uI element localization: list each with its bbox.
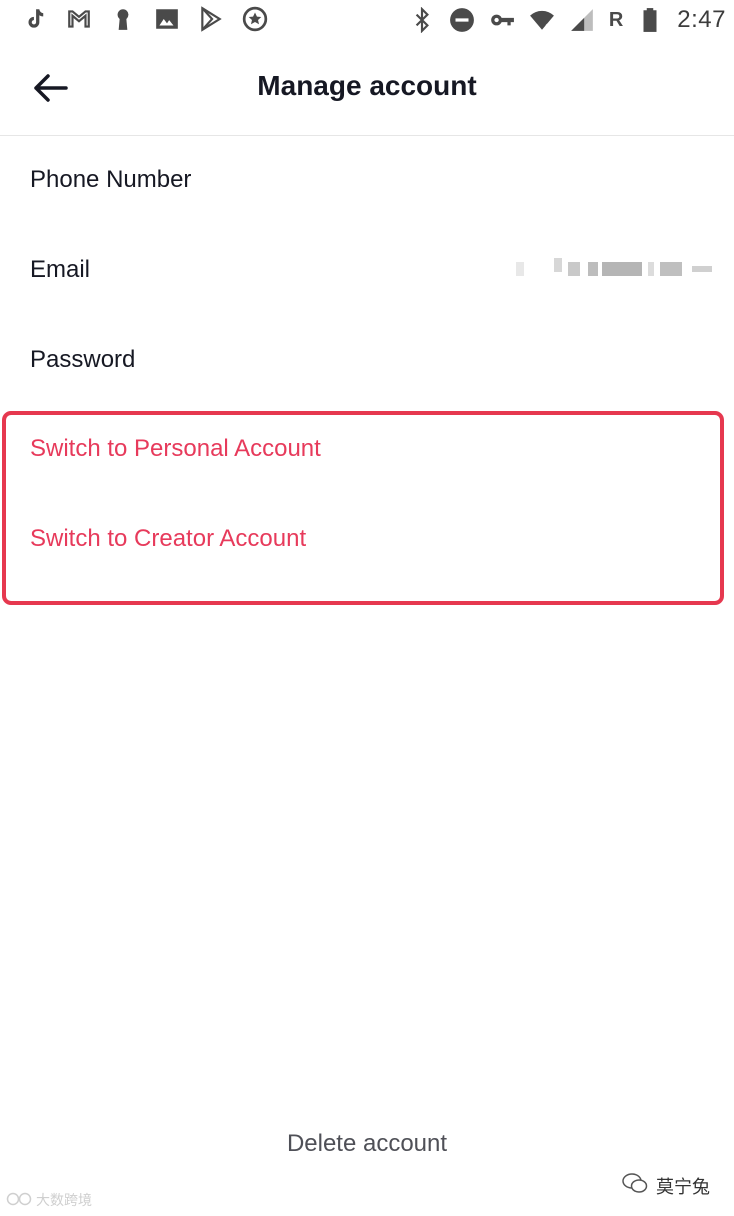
tiktok-icon [22, 6, 48, 32]
do-not-disturb-icon [449, 7, 475, 33]
bluetooth-icon [409, 7, 435, 33]
password-label: Password [30, 346, 136, 373]
wechat-icon [622, 1172, 648, 1199]
phone-number-label: Phone Number [30, 166, 192, 193]
email-value-redacted [516, 258, 712, 278]
delete-account-button[interactable]: Delete account [0, 1130, 734, 1158]
switch-personal-account-row[interactable]: Switch to Personal Account [0, 404, 734, 494]
watermark-left: 大数跨境 [6, 1190, 92, 1210]
password-row[interactable]: Password [0, 315, 734, 405]
play-store-icon [198, 6, 224, 32]
photo-icon [154, 6, 180, 32]
status-time: 2:47 [677, 6, 726, 33]
switch-personal-account-label: Switch to Personal Account [30, 435, 321, 462]
signal-icon [569, 7, 595, 33]
email-row[interactable]: Email [0, 225, 734, 315]
switch-creator-account-label: Switch to Creator Account [30, 525, 307, 552]
email-label: Email [30, 256, 91, 283]
watermark-logo-icon [6, 1192, 32, 1209]
phone-number-row[interactable]: Phone Number [0, 135, 734, 225]
gmail-icon [66, 6, 92, 32]
status-bar: R 2:47 [0, 0, 734, 40]
battery-icon [637, 7, 663, 33]
badge-icon [242, 6, 268, 32]
page-title: Manage account [257, 70, 477, 101]
keyhole-icon [110, 6, 136, 32]
wifi-icon [529, 7, 555, 33]
switch-creator-account-row[interactable]: Switch to Creator Account [0, 494, 734, 584]
vpn-key-icon [489, 7, 515, 33]
roaming-indicator: R [608, 8, 624, 31]
header: Manage account [0, 40, 734, 136]
watermark-left-text: 大数跨境 [36, 1192, 92, 1208]
watermark-right-text: 莫宁兔 [656, 1176, 710, 1197]
watermark-right: 莫宁兔 [622, 1172, 710, 1199]
